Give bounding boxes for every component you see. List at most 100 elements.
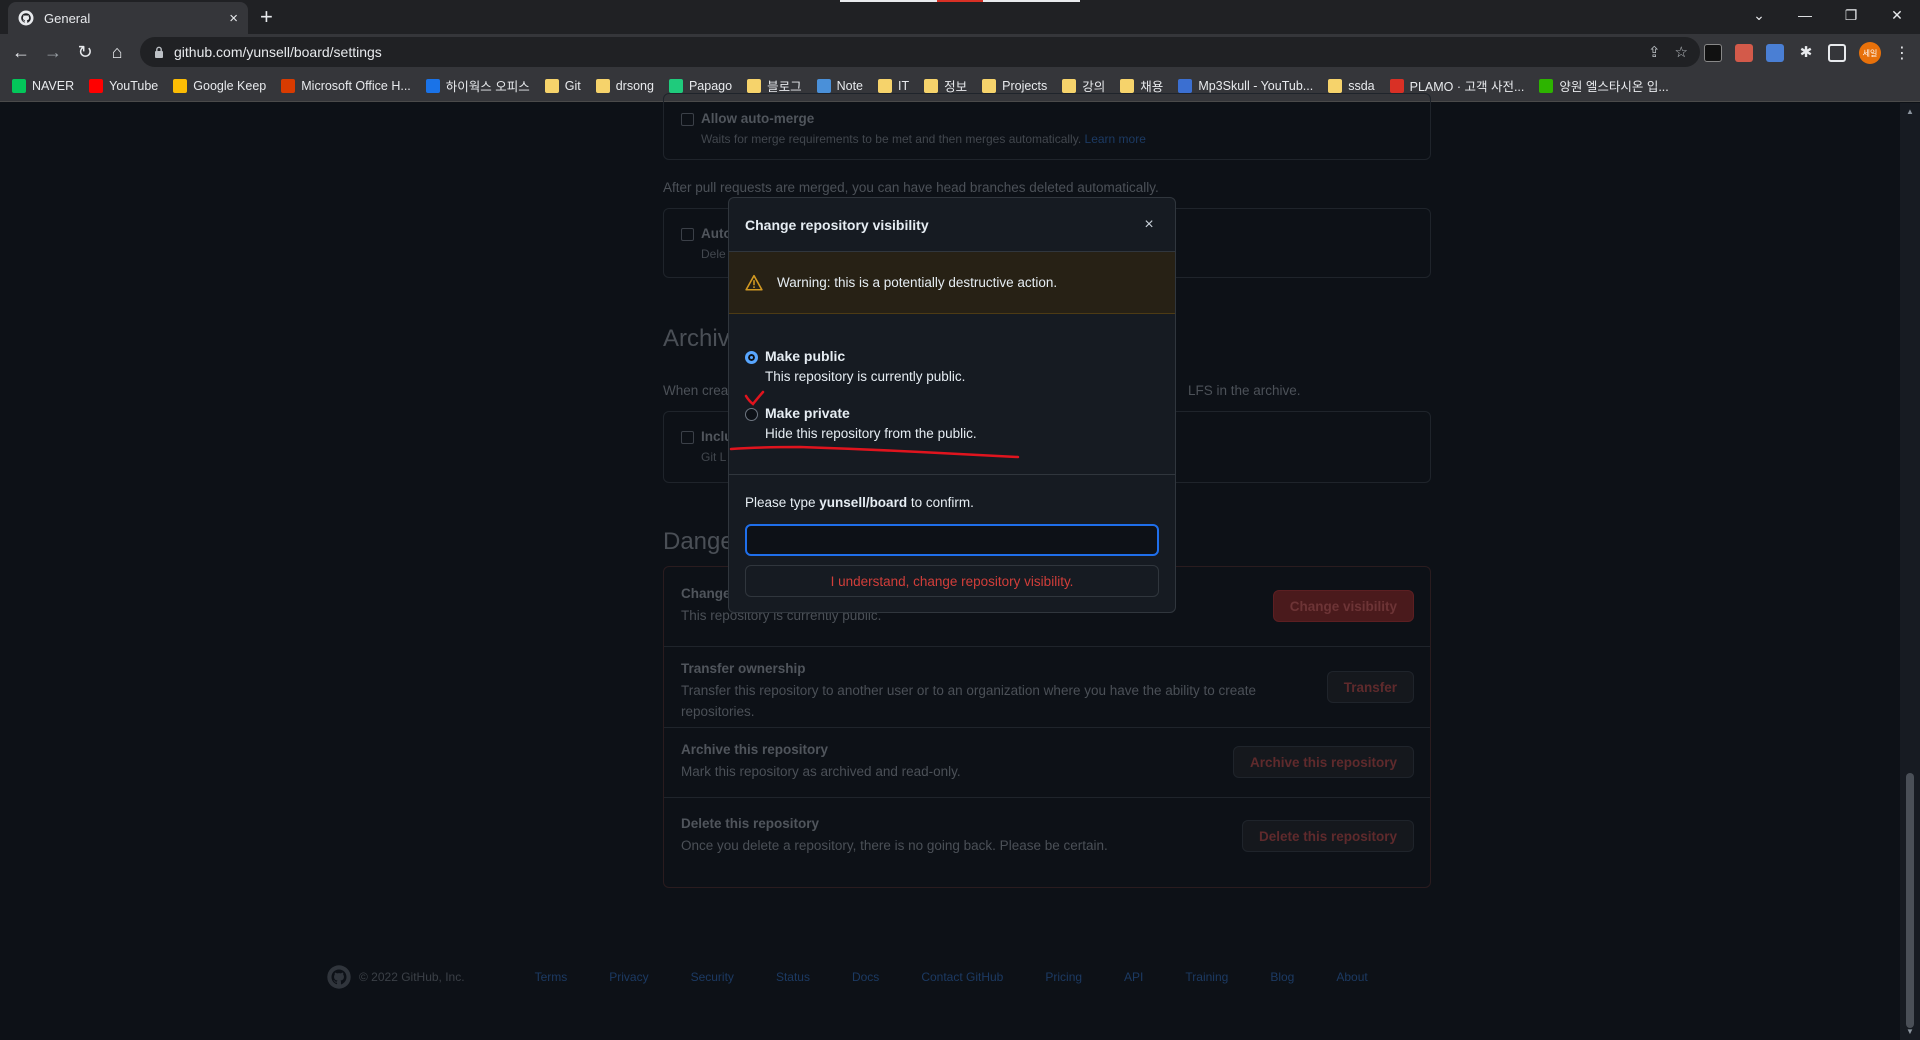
auto-merge-box: Allow auto-merge Waits for merge require… [663, 93, 1431, 160]
delete-repository-button[interactable]: Delete this repository [1241, 820, 1414, 852]
auto-merge-label: Allow auto-merge [701, 111, 815, 126]
archive-repository-button[interactable]: Archive this repository [1232, 746, 1414, 778]
danger-row-desc: Once you delete a repository, there is n… [681, 838, 1108, 853]
learn-more-link[interactable]: Learn more [1085, 132, 1146, 146]
dialog-divider [729, 474, 1175, 475]
footer-link-training[interactable]: Training [1185, 970, 1228, 984]
danger-row-title: Transfer ownership [681, 661, 806, 676]
home-icon[interactable]: ⌂ [107, 42, 127, 62]
bookmark-item[interactable]: NAVER [12, 78, 74, 93]
footer-link-security[interactable]: Security [691, 970, 734, 984]
bookmark-favicon-icon [1328, 78, 1343, 93]
close-icon[interactable]: × [1139, 215, 1159, 235]
forward-arrow-icon[interactable]: → [43, 42, 63, 62]
archives-desc-tail: LFS in the archive. [1188, 383, 1301, 398]
scroll-up-icon[interactable]: ▲ [1906, 107, 1914, 116]
footer-link-contact[interactable]: Contact GitHub [921, 970, 1003, 984]
archives-desc: When crea [663, 383, 729, 398]
footer-link-pricing[interactable]: Pricing [1045, 970, 1082, 984]
new-tab-button[interactable]: + [260, 6, 273, 28]
danger-row-title: Archive this repository [681, 742, 829, 757]
kebab-menu-icon[interactable]: ⋮ [1894, 43, 1910, 63]
include-lfs-checkbox[interactable] [681, 431, 694, 444]
footer-link-privacy[interactable]: Privacy [609, 970, 648, 984]
bookmark-item[interactable]: Note [816, 78, 863, 93]
footer-link-about[interactable]: About [1336, 970, 1367, 984]
bookmark-favicon-icon [595, 78, 610, 93]
bookmark-item[interactable]: IT [878, 78, 909, 93]
bookmark-favicon-icon [1389, 78, 1404, 93]
warning-text: Warning: this is a potentially destructi… [777, 275, 1058, 290]
minimize-icon[interactable]: — [1782, 7, 1828, 23]
change-visibility-button[interactable]: Change visibility [1272, 590, 1414, 622]
footer-link-blog[interactable]: Blog [1270, 970, 1294, 984]
url-text: github.com/yunsell/board/settings [174, 44, 382, 60]
confirm-visibility-button[interactable]: I understand, change repository visibili… [745, 565, 1159, 597]
archives-heading: Archiv [663, 325, 730, 352]
side-panel-icon[interactable] [1828, 44, 1846, 62]
auto-delete-checkbox[interactable] [681, 228, 694, 241]
dialog-title: Change repository visibility [745, 216, 929, 233]
bookmark-item[interactable]: Papago [668, 78, 732, 93]
scrollbar-thumb[interactable] [1906, 773, 1914, 1028]
address-bar[interactable]: github.com/yunsell/board/settings ⇪ ☆ [140, 37, 1700, 67]
bookmark-item[interactable]: YouTube [89, 78, 158, 93]
bookmark-item[interactable]: drsong [595, 78, 654, 93]
terminal-extension-icon[interactable] [1704, 44, 1722, 62]
footer-link-terms[interactable]: Terms [535, 970, 568, 984]
footer-copyright: © 2022 GitHub, Inc. [359, 970, 465, 984]
bookmark-favicon-icon [89, 78, 104, 93]
footer-link-api[interactable]: API [1124, 970, 1143, 984]
page-scrollbar[interactable]: ▲ ▼ [1900, 103, 1920, 1040]
danger-zone-heading: Dange [663, 528, 734, 555]
bookmark-label: Git [564, 78, 581, 93]
bookmark-label: 양원 엘스타시온 입... [1559, 80, 1669, 94]
bookmark-label: Mp3Skull - YouTub... [1198, 78, 1314, 93]
bookmark-item[interactable]: Projects [982, 78, 1048, 93]
danger-zone-box: Change This repository is currently publ… [663, 566, 1431, 888]
bookmark-star-icon[interactable]: ☆ [1675, 43, 1688, 61]
confirm-repo-input[interactable] [745, 524, 1159, 556]
puzzle-extensions-icon[interactable]: ✱ [1797, 44, 1815, 62]
profile-avatar[interactable]: 세일 [1859, 42, 1881, 64]
bookmark-favicon-icon [878, 78, 892, 93]
bookmark-label: 하이웍스 오피스 [445, 80, 530, 94]
restore-icon[interactable]: ❐ [1828, 7, 1874, 24]
tab-search-icon[interactable]: ⌄ [1736, 7, 1782, 24]
make-public-radio[interactable] [745, 351, 758, 364]
make-public-label: Make public [765, 348, 846, 364]
make-private-desc: Hide this repository from the public. [765, 426, 977, 441]
share-icon[interactable]: ⇪ [1648, 43, 1661, 61]
footer-link-status[interactable]: Status [776, 970, 810, 984]
bookmark-item[interactable]: Mp3Skull - YouTub... [1178, 78, 1314, 93]
auto-merge-checkbox[interactable] [681, 113, 694, 126]
bookmark-label: Projects [1002, 78, 1048, 93]
screen-capture-extension-icon[interactable] [1766, 44, 1784, 62]
scroll-down-icon[interactable]: ▼ [1906, 1027, 1914, 1036]
bookmark-item[interactable]: ssda [1328, 78, 1375, 93]
footer: © 2022 GitHub, Inc. Terms Privacy Securi… [327, 965, 1410, 989]
bookmark-favicon-icon [425, 78, 440, 93]
bookmark-favicon-icon [1062, 78, 1077, 93]
bookmark-item[interactable]: Google Keep [173, 78, 266, 93]
bookmark-item[interactable]: 양원 엘스타시온 입... [1539, 76, 1669, 95]
make-private-radio[interactable] [745, 408, 758, 421]
tab-close-icon[interactable]: × [229, 10, 238, 27]
browser-tab-general[interactable]: General × [8, 2, 248, 34]
footer-link-docs[interactable]: Docs [852, 970, 879, 984]
tab-strip-indicator [840, 0, 1080, 2]
auto-delete-desc: Dele [701, 247, 726, 261]
transfer-button[interactable]: Transfer [1326, 671, 1414, 703]
tab-title: General [44, 10, 91, 26]
bookmark-item[interactable]: Git [544, 78, 581, 93]
back-arrow-icon[interactable]: ← [11, 42, 31, 62]
bookmark-label: Microsoft Office H... [301, 78, 411, 93]
dialog-header: Change repository visibility × [729, 198, 1175, 252]
bookmark-item[interactable]: Microsoft Office H... [281, 78, 411, 93]
bookmark-label: ssda [1348, 78, 1375, 93]
close-window-icon[interactable]: ✕ [1874, 7, 1920, 24]
reload-icon[interactable]: ↻ [75, 42, 95, 62]
bookmark-item[interactable]: 하이웍스 오피스 [425, 76, 530, 95]
extension-icon[interactable] [1735, 44, 1753, 62]
bookmark-favicon-icon [816, 78, 831, 93]
